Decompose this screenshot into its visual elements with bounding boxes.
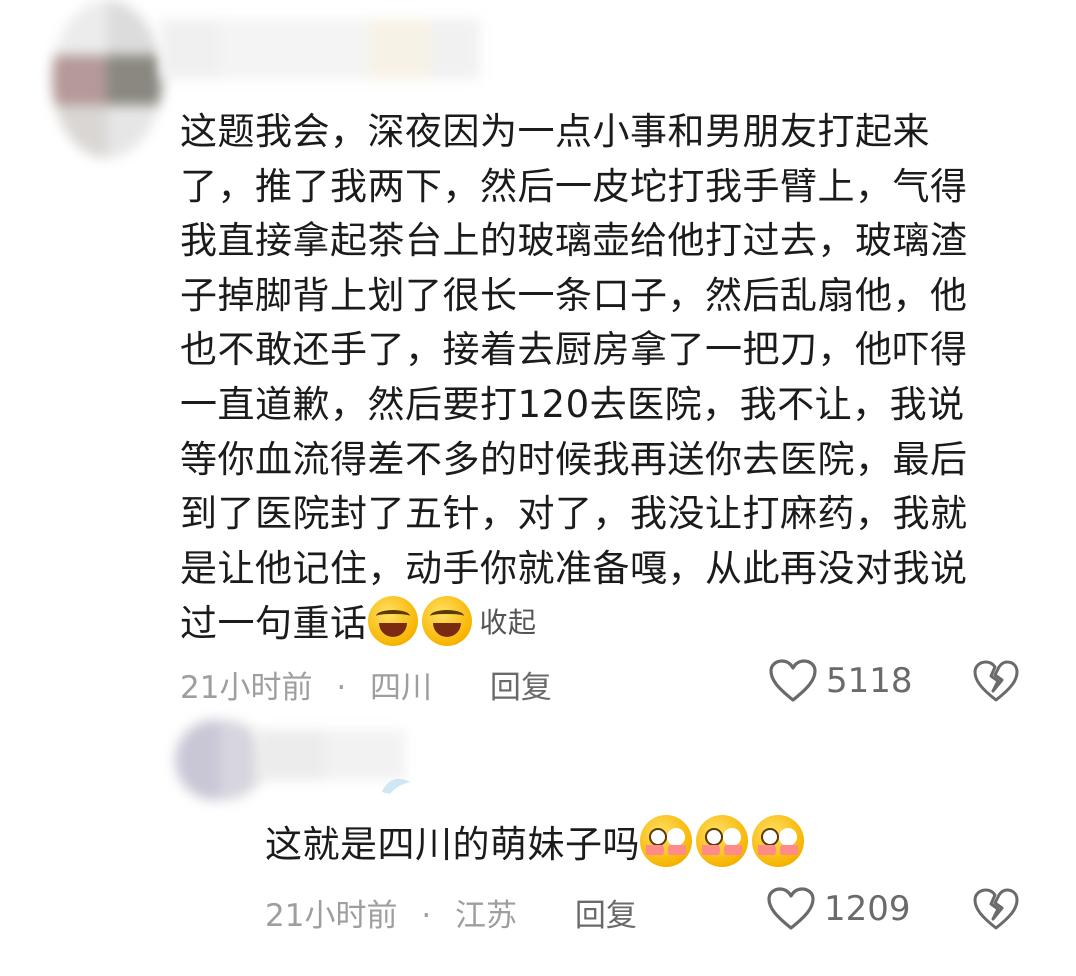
comment-line: 我直接拿起茶台上的玻璃壶给他打过去，玻璃渣 <box>180 219 968 263</box>
comment-time: 21小时前 <box>180 670 313 706</box>
comment-meta: 21小时前 · 江苏 回复 <box>265 890 637 935</box>
flushed-emoji-icon <box>696 815 748 867</box>
broken-heart-icon[interactable] <box>972 660 1020 704</box>
meta-separator: · <box>336 670 347 706</box>
comment-line: 这就是四川的萌妹子吗 <box>265 823 640 866</box>
laughing-crying-emoji-icon <box>421 596 472 647</box>
comment-line: 了，推了我两下，然后一皮坨打我手臂上，气得 <box>180 164 968 208</box>
comment-line: 子掉脚背上划了很长一条口子，然后乱扇他，他 <box>180 273 968 317</box>
flushed-emoji-icon <box>640 815 692 867</box>
laughing-crying-emoji-icon <box>367 596 418 647</box>
reply-button[interactable]: 回复 <box>490 670 552 706</box>
comment-line: 过一句重话 <box>180 602 368 646</box>
reply-button[interactable]: 回复 <box>575 898 637 934</box>
comment-location: 江苏 <box>455 898 518 934</box>
collapse-link[interactable]: 收起 <box>480 606 537 639</box>
like-button[interactable]: 5118 <box>768 658 913 704</box>
like-button[interactable]: 1209 <box>766 886 911 932</box>
avatar[interactable] <box>175 720 265 800</box>
username[interactable] <box>160 14 480 94</box>
comment-line: 这题我会，深夜因为一点小事和男朋友打起来 <box>180 110 930 153</box>
comment-meta: 21小时前 · 四川 回复 <box>180 662 552 707</box>
user-badge-icon <box>382 778 410 794</box>
meta-separator: · <box>421 898 432 934</box>
flushed-emoji-icon <box>752 815 804 867</box>
heart-outline-icon <box>767 887 815 930</box>
heart-outline-icon <box>769 659 817 702</box>
avatar[interactable] <box>52 0 162 158</box>
comment-last-line: 过一句重话 收起 <box>180 596 1030 652</box>
broken-heart-icon[interactable] <box>972 888 1020 932</box>
comment-location: 四川 <box>370 670 433 706</box>
comment-line: 也不敢还手了，接着去厨房拿了一把刀，他吓得 <box>180 328 968 372</box>
comment-text: 这题我会，深夜因为一点小事和男朋友打起来 了，推了我两下，然后一皮坨打我手臂上，… <box>180 105 1030 652</box>
comment-line: 是让他记住，动手你就准备嘎，从此再没对我说 <box>180 546 968 590</box>
comment-time: 21小时前 <box>265 898 398 934</box>
comment-line: 一直道歉，然后要打120去医院，我不让，我说 <box>180 382 965 426</box>
like-count: 1209 <box>824 889 911 929</box>
comment-line: 到了医院封了五针，对了，我没让打麻药，我就 <box>180 492 968 536</box>
reply-comment-text: 这就是四川的萌妹子吗 <box>265 815 808 872</box>
like-count: 5118 <box>826 661 913 701</box>
comment-line: 等你血流得差不多的时候我再送你去医院，最后 <box>180 437 968 481</box>
